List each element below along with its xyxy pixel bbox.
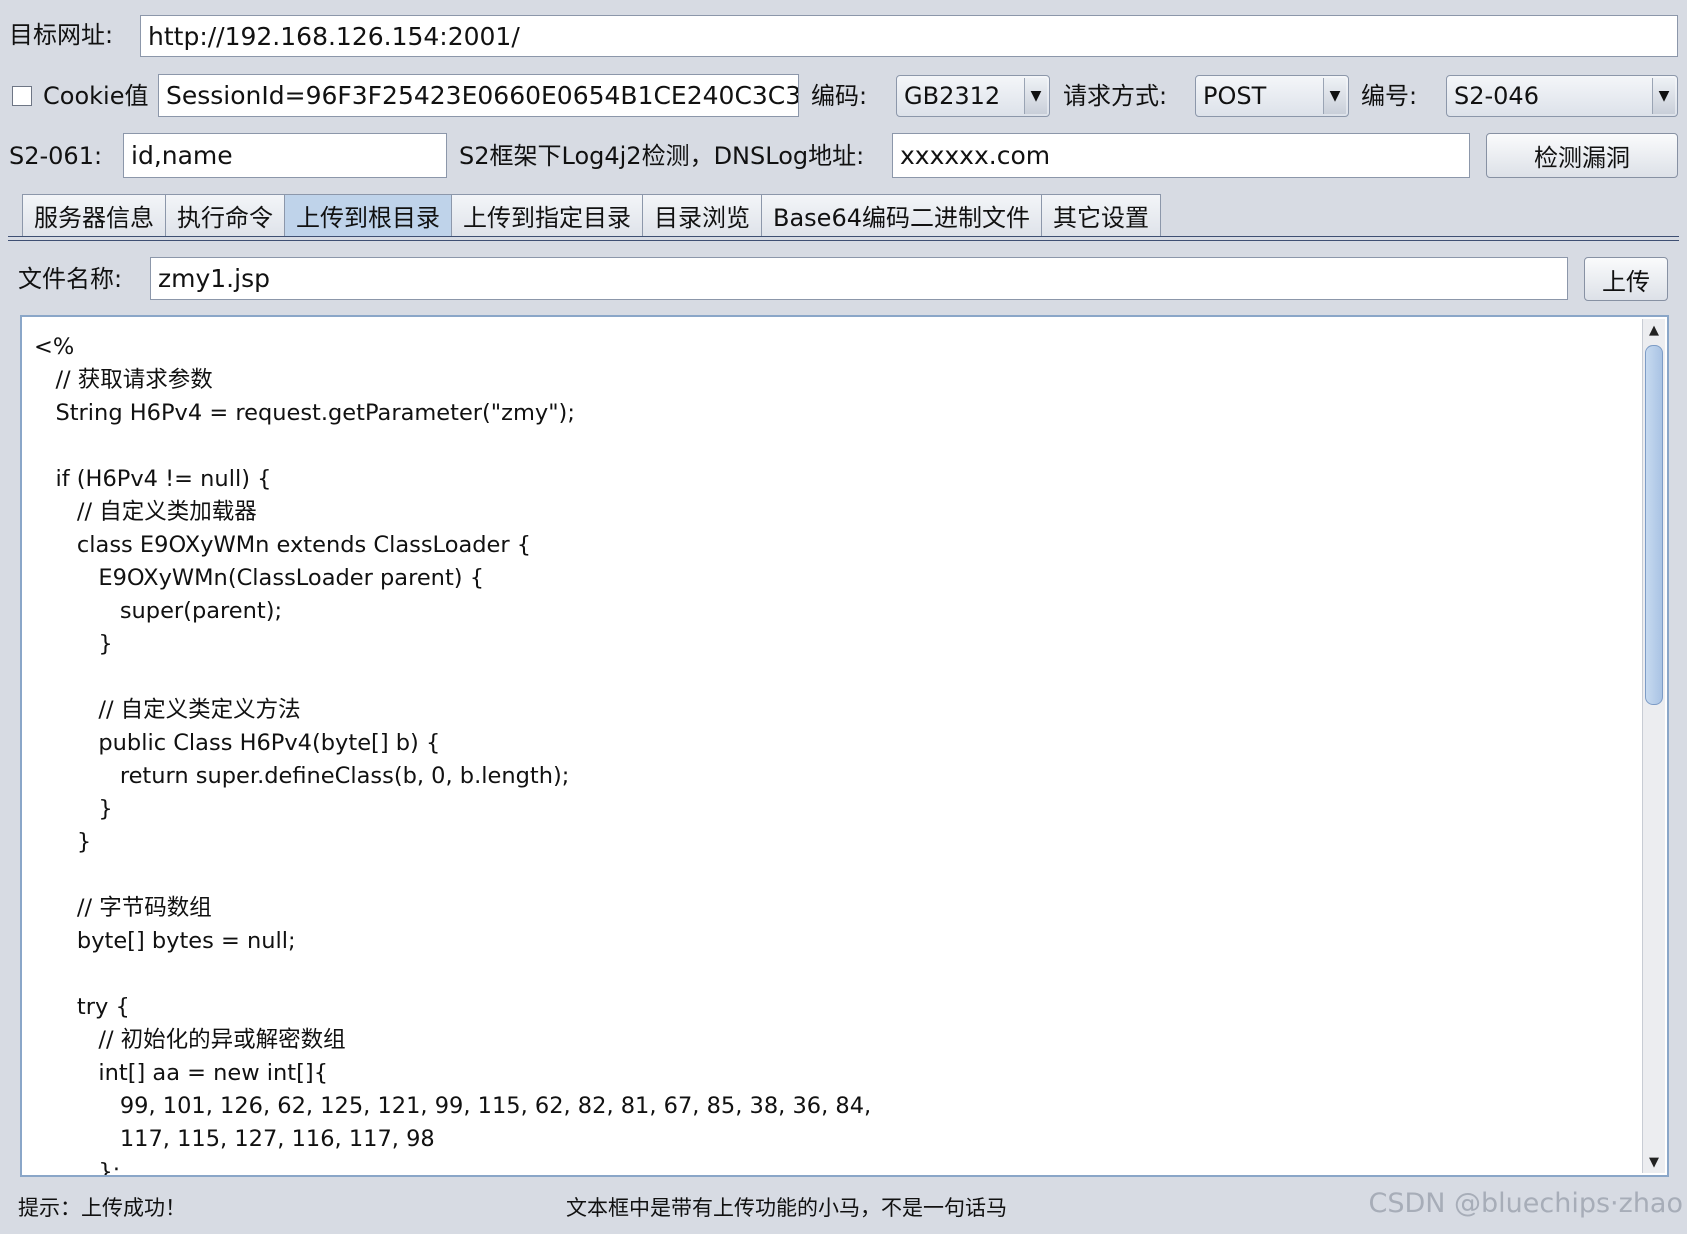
chevron-down-icon[interactable]: ▼ <box>1652 78 1675 114</box>
filename-input[interactable]: zmy1.jsp <box>150 257 1568 300</box>
method-select[interactable]: POST ▼ <box>1195 75 1349 117</box>
tab-base64-binary[interactable]: Base64编码二进制文件 <box>761 194 1042 236</box>
tab-execute-command[interactable]: 执行命令 <box>165 194 285 236</box>
encoding-select[interactable]: GB2312 ▼ <box>896 75 1050 117</box>
dnslog-input[interactable]: xxxxxx.com <box>892 133 1470 178</box>
tab-directory-browse[interactable]: 目录浏览 <box>642 194 762 236</box>
detect-vulnerability-button[interactable]: 检测漏洞 <box>1486 133 1678 178</box>
cookie-input[interactable]: SessionId=96F3F25423E0660E0654B1CE240C3C… <box>158 74 799 117</box>
number-select[interactable]: S2-046 ▼ <box>1446 75 1678 117</box>
code-textarea[interactable]: <% // 获取请求参数 String H6Pv4 = request.getP… <box>20 315 1669 1177</box>
method-label: 请求方式: <box>1063 82 1168 110</box>
chevron-down-icon[interactable]: ▼ <box>1323 78 1346 114</box>
code-content[interactable]: <% // 获取请求参数 String H6Pv4 = request.getP… <box>34 331 871 1175</box>
method-selected-value: POST <box>1203 82 1267 110</box>
target-url-label: 目标网址: <box>9 21 114 49</box>
number-label: 编号: <box>1361 82 1418 110</box>
status-note: 文本框中是带有上传功能的小马，不是一句话马 <box>566 1196 1007 1220</box>
vertical-scrollbar[interactable]: ▲ ▼ <box>1642 319 1665 1173</box>
s2-061-label: S2-061: <box>9 142 103 170</box>
tab-bar: 服务器信息 执行命令 上传到根目录 上传到指定目录 目录浏览 Base64编码二… <box>22 194 1161 236</box>
scroll-up-icon[interactable]: ▲ <box>1643 319 1665 341</box>
upload-button[interactable]: 上传 <box>1584 257 1668 301</box>
tab-divider <box>8 236 1679 241</box>
number-selected-value: S2-046 <box>1454 82 1539 110</box>
scrollbar-thumb[interactable] <box>1645 345 1663 705</box>
scroll-down-icon[interactable]: ▼ <box>1643 1151 1665 1173</box>
tab-other-settings[interactable]: 其它设置 <box>1040 194 1161 236</box>
chevron-down-icon[interactable]: ▼ <box>1024 78 1047 114</box>
log4j-dnslog-label: S2框架下Log4j2检测，DNSLog地址: <box>459 142 865 170</box>
target-url-input[interactable]: http://192.168.126.154:2001/ <box>140 15 1678 57</box>
tab-server-info[interactable]: 服务器信息 <box>22 194 166 236</box>
encoding-label: 编码: <box>811 82 868 110</box>
cookie-checkbox-label: Cookie值 <box>43 82 149 110</box>
s2-061-input[interactable]: id,name <box>123 133 447 178</box>
cookie-checkbox[interactable] <box>12 86 32 106</box>
tab-upload-directory[interactable]: 上传到指定目录 <box>451 194 643 236</box>
status-hint: 提示：上传成功！ <box>18 1196 186 1220</box>
tab-upload-root[interactable]: 上传到根目录 <box>284 194 452 236</box>
watermark: CSDN @bluechips·zhao <box>1368 1188 1683 1219</box>
encoding-selected-value: GB2312 <box>904 82 1001 110</box>
filename-label: 文件名称: <box>18 265 123 293</box>
